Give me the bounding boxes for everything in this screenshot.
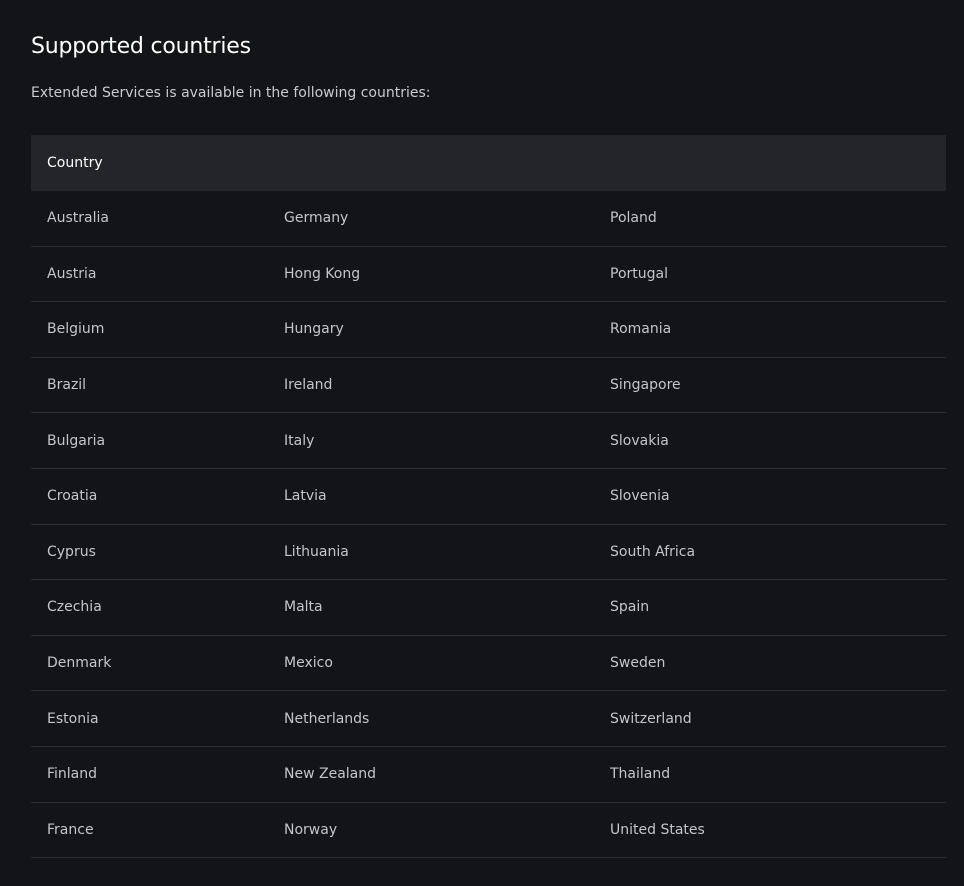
country-cell: South Africa — [610, 543, 696, 560]
country-cell: Croatia — [47, 488, 98, 505]
country-cell: Denmark — [47, 655, 112, 672]
country-cell: Germany — [284, 210, 349, 227]
country-cell: Netherlands — [284, 710, 370, 727]
country-cell: Finland — [47, 766, 98, 783]
table-row: Belgium Hungary Romania — [31, 302, 946, 358]
table-body: Australia Germany Poland Austria Hong Kong Po… — [31, 191, 946, 859]
country-cell: Hong Kong — [284, 265, 361, 282]
countries-table: Country Australia Germany Poland Austria Hon… — [31, 135, 946, 859]
table-row: Czechia Malta Spain — [31, 580, 946, 636]
country-cell: Norway — [284, 821, 338, 838]
country-cell: Bulgaria — [47, 432, 106, 449]
country-cell: Latvia — [284, 488, 327, 505]
table-row: Brazil Ireland Singapore — [31, 358, 946, 414]
country-cell: Brazil — [47, 377, 87, 394]
column-header-country: Country — [47, 155, 103, 171]
country-cell: United States — [610, 821, 705, 838]
country-cell: Switzerland — [610, 710, 692, 727]
country-cell: Estonia — [47, 710, 99, 727]
country-cell: New Zealand — [284, 766, 376, 783]
country-cell: Cyprus — [47, 543, 96, 560]
country-cell: Australia — [47, 210, 109, 227]
country-cell: Sweden — [610, 655, 666, 672]
country-cell: France — [47, 821, 94, 838]
country-cell: Slovakia — [610, 432, 669, 449]
table-row: Bulgaria Italy Slovakia — [31, 413, 946, 469]
country-cell: Spain — [610, 599, 650, 616]
intro-text: Extended Services is available in the fo… — [31, 85, 431, 101]
country-cell: Italy — [284, 432, 315, 449]
country-cell: Portugal — [610, 265, 668, 282]
table-row: Finland New Zealand Thailand — [31, 747, 946, 803]
country-cell: Romania — [610, 321, 672, 338]
country-cell: Singapore — [610, 377, 681, 394]
table-row: Estonia Netherlands Switzerland — [31, 691, 946, 747]
table-row: France Norway United States — [31, 803, 946, 859]
country-cell: Mexico — [284, 655, 333, 672]
table-row: Cyprus Lithuania South Africa — [31, 525, 946, 581]
table-header: Country — [31, 135, 946, 191]
country-cell: Malta — [284, 599, 323, 616]
country-cell: Ireland — [284, 377, 333, 394]
table-row: Austria Hong Kong Portugal — [31, 247, 946, 303]
country-cell: Austria — [47, 265, 97, 282]
country-cell: Thailand — [610, 766, 671, 783]
country-cell: Poland — [610, 210, 657, 227]
country-cell: Lithuania — [284, 543, 349, 560]
country-cell: Hungary — [284, 321, 344, 338]
table-row: Denmark Mexico Sweden — [31, 636, 946, 692]
table-row: Australia Germany Poland — [31, 191, 946, 247]
country-cell: Slovenia — [610, 488, 670, 505]
page-title: Supported countries — [31, 34, 251, 59]
table-row: Croatia Latvia Slovenia — [31, 469, 946, 525]
country-cell: Belgium — [47, 321, 105, 338]
country-cell: Czechia — [47, 599, 102, 616]
